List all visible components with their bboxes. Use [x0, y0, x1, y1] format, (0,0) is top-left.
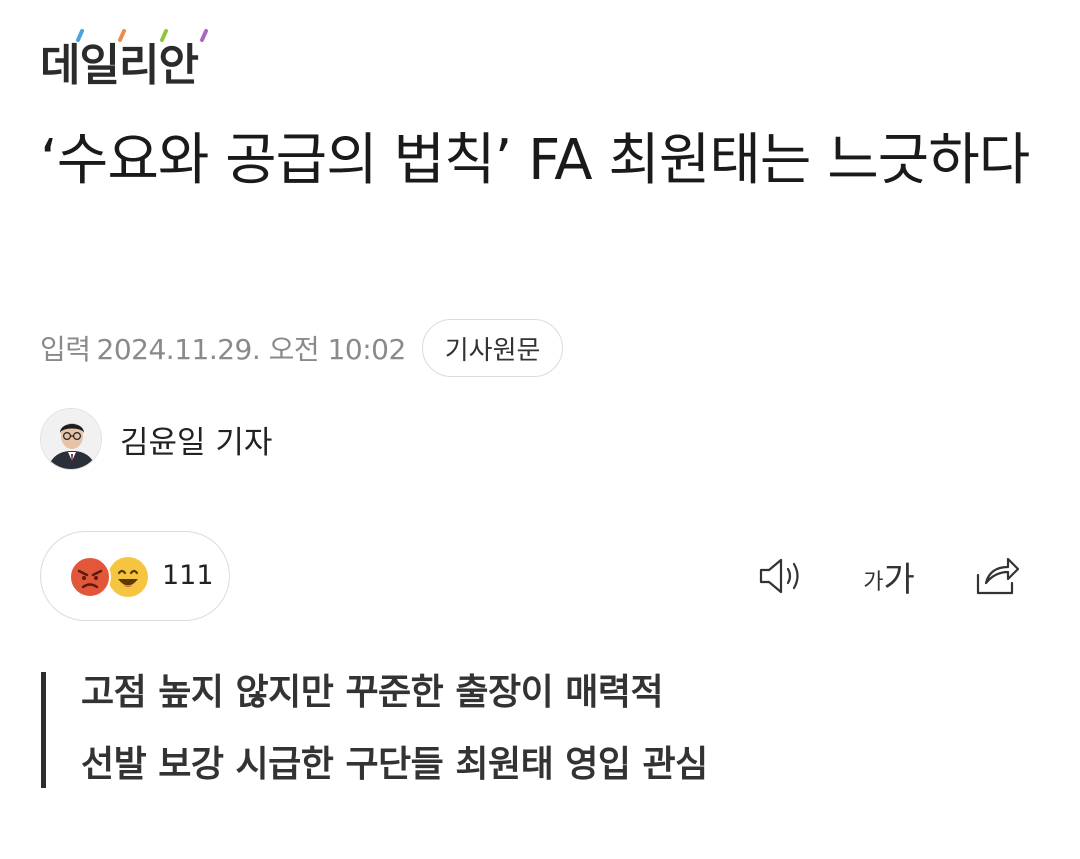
summary-line: 고점 높지 않지만 꾸준한 출장이 매력적: [81, 672, 664, 713]
speaker-icon: [759, 558, 799, 594]
reporter-photo-icon: [41, 409, 101, 469]
text-to-speech-button[interactable]: [754, 552, 808, 600]
article-summary: 고점 높지 않지만 꾸준한 출장이 매력적 선발 보강 시급한 구단들 최원태 …: [41, 672, 708, 788]
reaction-summary-button[interactable]: 111: [40, 531, 230, 621]
article-dateline: 입력 2024.11.29. 오전 10:02 기사원문: [40, 318, 564, 378]
original-article-button[interactable]: 기사원문: [421, 319, 564, 377]
font-size-large-glyph: 가: [883, 559, 915, 600]
reporter-name: 김윤일 기자: [120, 424, 273, 461]
date-value: 2024.11.29. 오전 10:02: [96, 333, 407, 366]
font-size-small-glyph: 가: [863, 570, 884, 595]
date-label: 입력: [40, 333, 91, 366]
font-size-button[interactable]: 가 가: [858, 552, 920, 600]
logo-text: 데일리안: [40, 40, 199, 91]
site-logo[interactable]: 데일리안: [40, 28, 220, 92]
reporter-byline[interactable]: 김윤일 기자: [40, 407, 272, 471]
share-button[interactable]: [968, 552, 1024, 600]
reaction-count: 111: [162, 560, 214, 591]
reporter-avatar: [40, 408, 102, 470]
laughing-face-icon: [108, 557, 148, 597]
share-icon: [976, 557, 1020, 595]
article-headline: ‘수요와 공급의 법칙’ FA 최원태는 느긋하다: [40, 128, 1030, 193]
summary-line: 선발 보강 시급한 구단들 최원태 영입 관심: [81, 744, 708, 785]
angry-face-icon: [69, 556, 111, 598]
